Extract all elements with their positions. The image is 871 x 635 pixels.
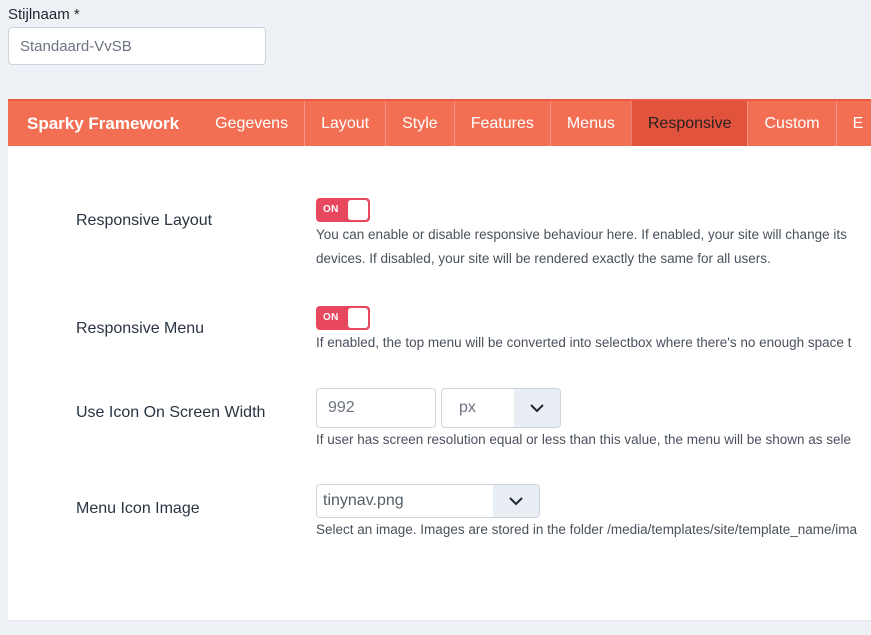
- unit-select[interactable]: px: [441, 388, 561, 428]
- toggle-knob: [348, 308, 368, 328]
- tab-style[interactable]: Style: [385, 101, 454, 146]
- framework-brand: Sparky Framework: [27, 113, 180, 133]
- responsive-layout-toggle[interactable]: ON: [316, 198, 370, 222]
- menu-icon-select[interactable]: tinynav.png: [316, 484, 540, 518]
- menu-icon-label: Menu Icon Image: [76, 500, 200, 517]
- template-style-page: Stijlnaam * Sparky Framework Gegevens La…: [0, 0, 871, 635]
- icon-width-input[interactable]: [316, 388, 436, 428]
- chevron-down-icon: [514, 389, 560, 427]
- style-name-input[interactable]: [8, 27, 266, 65]
- toggle-knob: [348, 200, 368, 220]
- responsive-layout-help: You can enable or disable responsive beh…: [316, 227, 847, 242]
- toggle-state-text: ON: [323, 312, 339, 323]
- tab-responsive[interactable]: Responsive: [630, 101, 748, 146]
- icon-width-help: If user has screen resolution equal or l…: [316, 432, 852, 447]
- responsive-layout-label: Responsive Layout: [76, 212, 213, 229]
- tab-custom[interactable]: Custom: [747, 101, 835, 146]
- tab-features[interactable]: Features: [453, 101, 550, 146]
- tab-layout[interactable]: Layout: [304, 101, 385, 146]
- chevron-down-icon: [493, 485, 539, 517]
- unit-select-value: px: [459, 399, 476, 416]
- framework-panel: Sparky Framework Gegevens Layout Style F…: [8, 99, 871, 620]
- framework-tabbar: Sparky Framework Gegevens Layout Style F…: [8, 101, 871, 146]
- tab-gegevens[interactable]: Gegevens: [199, 101, 304, 146]
- responsive-menu-toggle[interactable]: ON: [316, 306, 370, 330]
- menu-icon-help: Select an image. Images are stored in th…: [316, 522, 858, 537]
- menu-icon-select-value: tinynav.png: [323, 492, 404, 509]
- responsive-menu-label: Responsive Menu: [76, 320, 205, 337]
- responsive-menu-help: If enabled, the top menu will be convert…: [316, 335, 852, 350]
- responsive-layout-help-2: devices. If disabled, your site will be …: [316, 251, 771, 266]
- style-name-label: Stijlnaam *: [8, 6, 80, 23]
- toggle-state-text: ON: [323, 204, 339, 215]
- tab-menus[interactable]: Menus: [549, 101, 631, 146]
- icon-width-label: Use Icon On Screen Width: [76, 404, 266, 421]
- tab-truncated[interactable]: E: [835, 101, 871, 146]
